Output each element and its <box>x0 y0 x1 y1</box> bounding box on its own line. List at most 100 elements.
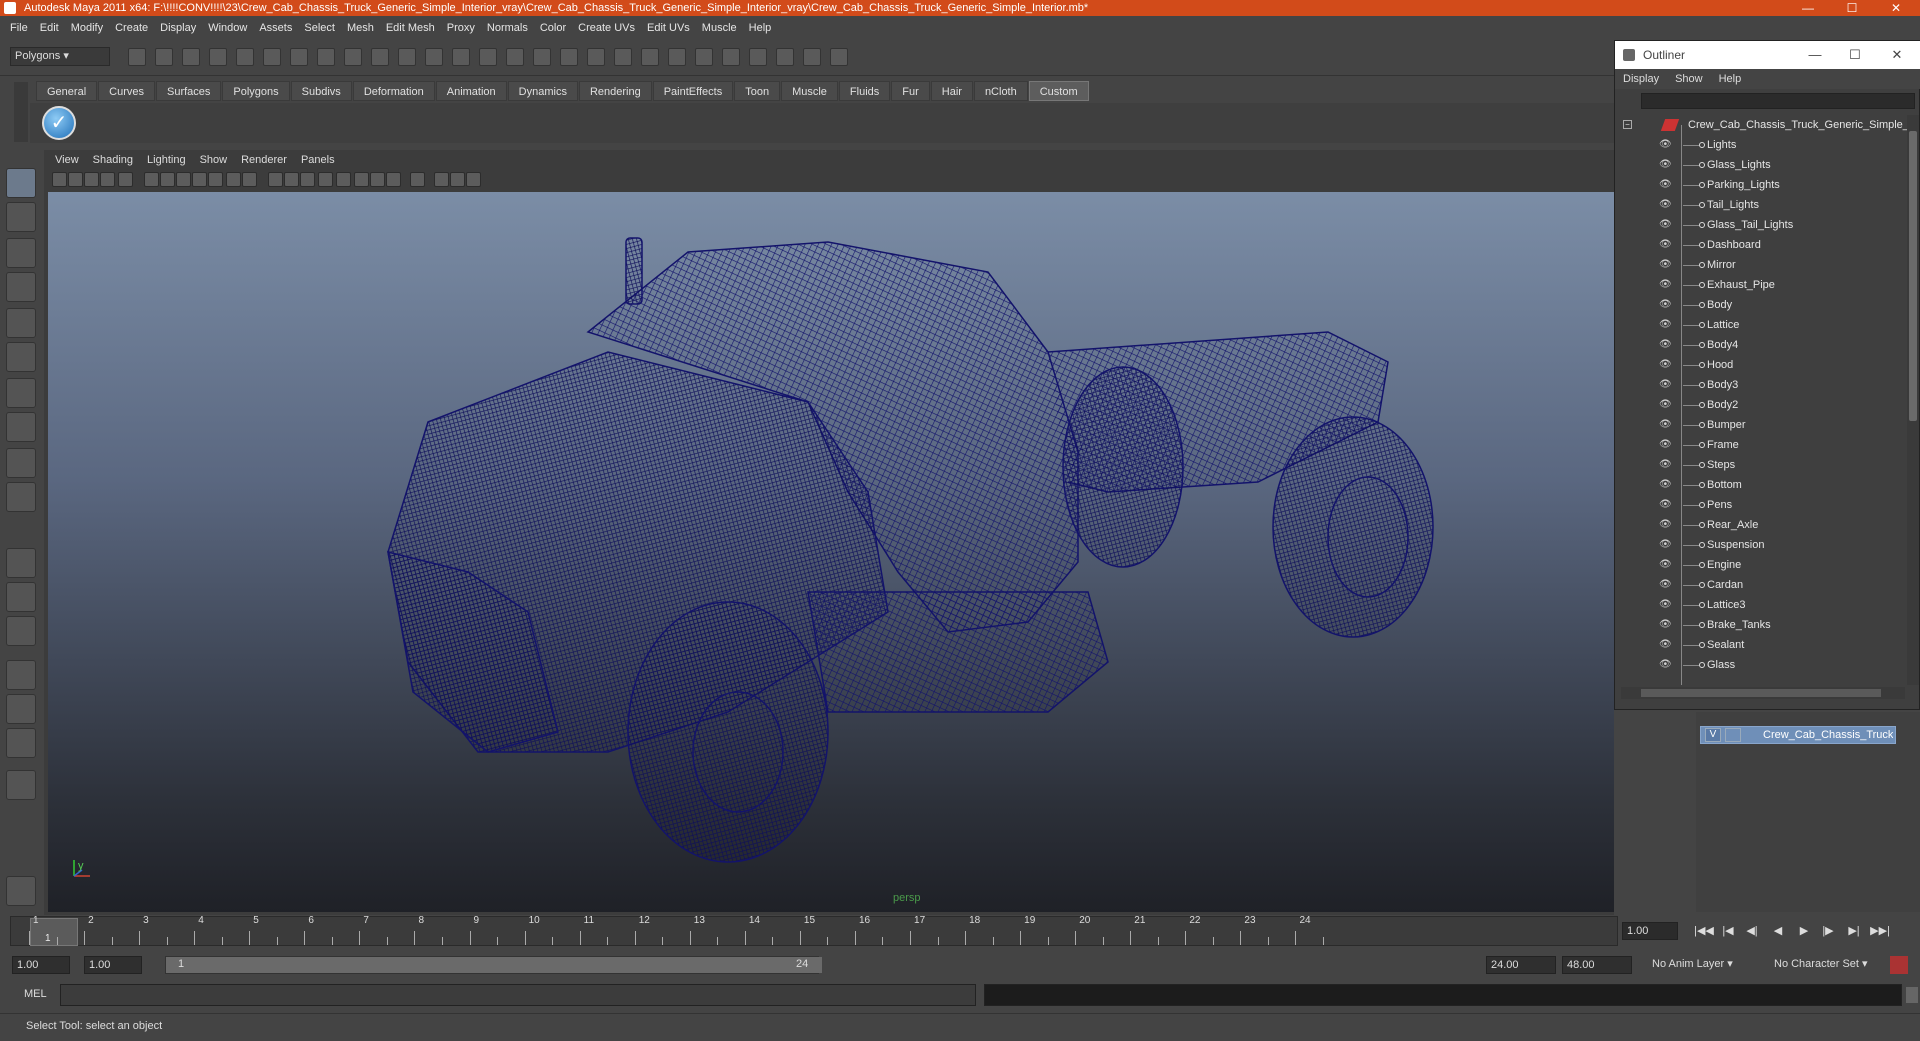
shelf-tab-fur[interactable]: Fur <box>891 81 930 101</box>
playback-start-field[interactable]: 1.00 <box>84 956 142 974</box>
outliner-close-button[interactable]: ✕ <box>1877 41 1917 69</box>
hud-toggle-icon[interactable] <box>466 172 481 187</box>
menu-edit[interactable]: Edit <box>34 16 65 40</box>
shadows-icon[interactable] <box>386 172 401 187</box>
menu-muscle[interactable]: Muscle <box>696 16 743 40</box>
grid-toggle-icon[interactable] <box>144 172 159 187</box>
visibility-eye-icon[interactable]: 👁 <box>1659 279 1673 290</box>
move-tool-icon[interactable] <box>6 272 36 302</box>
outliner-item[interactable]: 👁 Mirror <box>1615 255 1907 275</box>
outliner-item[interactable]: 👁 Frame <box>1615 435 1907 455</box>
visibility-eye-icon[interactable]: 👁 <box>1659 659 1673 670</box>
outliner-item[interactable]: 👁 Glass <box>1615 655 1907 675</box>
outliner-item[interactable]: 👁 Bottom <box>1615 475 1907 495</box>
visibility-eye-icon[interactable]: 👁 <box>1659 259 1673 270</box>
outliner-horizontal-scrollbar[interactable] <box>1621 687 1905 699</box>
outliner-menu-help[interactable]: Help <box>1711 69 1750 89</box>
image-plane-icon[interactable] <box>100 172 115 187</box>
flat-shade-icon[interactable] <box>300 172 315 187</box>
visibility-eye-icon[interactable]: 👁 <box>1659 559 1673 570</box>
outliner-item[interactable]: 👁 Body4 <box>1615 335 1907 355</box>
outliner-item[interactable]: 👁 Hood <box>1615 355 1907 375</box>
visibility-eye-icon[interactable]: 👁 <box>1659 639 1673 650</box>
visibility-eye-icon[interactable]: 👁 <box>1659 419 1673 430</box>
tool-settings-icon[interactable] <box>641 48 659 66</box>
menu-set-dropdown[interactable]: Polygons ▾ <box>10 47 110 66</box>
snap-plane-icon[interactable] <box>398 48 416 66</box>
wireframe-on-shaded-icon[interactable] <box>450 172 465 187</box>
visibility-eye-icon[interactable]: 👁 <box>1659 479 1673 490</box>
uv-editor-icon[interactable] <box>776 48 794 66</box>
display-layer-row[interactable]: V Crew_Cab_Chassis_Truck <box>1700 726 1896 744</box>
auto-key-icon[interactable] <box>1890 956 1908 974</box>
outliner-hscroll-thumb[interactable] <box>1641 689 1881 697</box>
outliner-item[interactable]: 👁 Steps <box>1615 455 1907 475</box>
menu-create[interactable]: Create <box>109 16 154 40</box>
menu-proxy[interactable]: Proxy <box>441 16 481 40</box>
two-d-pan-icon[interactable] <box>118 172 133 187</box>
shelf-tab-subdivs[interactable]: Subdivs <box>290 81 352 101</box>
menu-select[interactable]: Select <box>298 16 341 40</box>
shelf-tab-painteffects[interactable]: PaintEffects <box>652 81 734 101</box>
safe-action-icon[interactable] <box>226 172 241 187</box>
xray-icon[interactable] <box>434 172 449 187</box>
save-scene-icon[interactable] <box>182 48 200 66</box>
shelf-tab-ncloth[interactable]: nCloth <box>973 81 1028 101</box>
channel-box-icon[interactable] <box>587 48 605 66</box>
select-component-icon[interactable] <box>263 48 281 66</box>
film-gate-icon[interactable] <box>160 172 175 187</box>
menu-create-uvs[interactable]: Create UVs <box>572 16 641 40</box>
resolution-gate-icon[interactable] <box>176 172 191 187</box>
wireframe-icon[interactable] <box>268 172 283 187</box>
layer-editor-icon[interactable] <box>668 48 686 66</box>
paint-editor-icon[interactable] <box>803 48 821 66</box>
perspective-viewport[interactable]: y persp <box>48 192 1614 912</box>
shelf-handle[interactable] <box>14 82 28 142</box>
history-toggle-icon[interactable] <box>452 48 470 66</box>
smooth-shade-icon[interactable] <box>284 172 299 187</box>
menu-assets[interactable]: Assets <box>253 16 298 40</box>
shelf-tab-rendering[interactable]: Rendering <box>578 81 652 101</box>
visibility-eye-icon[interactable]: 👁 <box>1659 299 1673 310</box>
visibility-eye-icon[interactable]: 👁 <box>1659 379 1673 390</box>
visibility-eye-icon[interactable]: 👁 <box>1659 499 1673 510</box>
maximize-button[interactable]: ☐ <box>1832 0 1872 16</box>
field-chart-icon[interactable] <box>208 172 223 187</box>
outliner-titlebar[interactable]: Outliner — ☐ ✕ <box>1615 41 1920 69</box>
step-forward-key-icon[interactable]: ▶| <box>1844 924 1864 938</box>
graph-layout-icon[interactable] <box>6 660 36 690</box>
outliner-layout-icon[interactable] <box>6 616 36 646</box>
outliner-item[interactable]: 👁 Lattice3 <box>1615 595 1907 615</box>
snap-curve-icon[interactable] <box>344 48 362 66</box>
lock-selection-icon[interactable] <box>290 48 308 66</box>
outliner-scroll-thumb[interactable] <box>1909 131 1917 421</box>
viewport-menu-view[interactable]: View <box>48 152 86 168</box>
layer-playback-toggle[interactable] <box>1725 728 1741 742</box>
lasso-tool-icon[interactable] <box>6 202 36 232</box>
outliner-icon[interactable] <box>695 48 713 66</box>
show-manipulator-icon[interactable] <box>6 448 36 478</box>
shelf-tab-custom[interactable]: Custom <box>1028 81 1089 101</box>
visibility-eye-icon[interactable]: 👁 <box>1659 159 1673 170</box>
playback-end-field[interactable]: 24.00 <box>1486 956 1556 974</box>
outliner-persp-layout-icon[interactable] <box>6 728 36 758</box>
custom-shelf-checkmark-icon[interactable]: ✓ <box>42 106 76 140</box>
time-slider[interactable]: 1 1 2 3 4 5 6 7 8 9 10 11 12 13 14 15 16 17 18 19 20 21 22 23 2… <box>10 915 1618 946</box>
rotate-tool-icon[interactable] <box>6 308 36 338</box>
ipr-render-icon[interactable] <box>506 48 524 66</box>
outliner-root-item[interactable]: − Crew_Cab_Chassis_Truck_Generic_Simple_I… <box>1615 115 1907 135</box>
minimize-button[interactable]: — <box>1788 0 1828 16</box>
script-editor-button-icon[interactable] <box>1906 987 1918 1003</box>
shelf-tab-curves[interactable]: Curves <box>98 81 155 101</box>
range-slider-track[interactable] <box>166 957 822 973</box>
graph-editor-icon[interactable] <box>722 48 740 66</box>
visibility-eye-icon[interactable]: 👁 <box>1659 459 1673 470</box>
select-camera-icon[interactable] <box>52 172 67 187</box>
visibility-eye-icon[interactable]: 👁 <box>1659 599 1673 610</box>
viewport-menu-panels[interactable]: Panels <box>294 152 342 168</box>
camera-attributes-icon[interactable] <box>68 172 83 187</box>
snap-grid-icon[interactable] <box>317 48 335 66</box>
open-scene-icon[interactable] <box>155 48 173 66</box>
outliner-item[interactable]: 👁 Sealant <box>1615 635 1907 655</box>
anim-layer-dropdown[interactable]: No Anim Layer ▾ <box>1648 956 1758 974</box>
